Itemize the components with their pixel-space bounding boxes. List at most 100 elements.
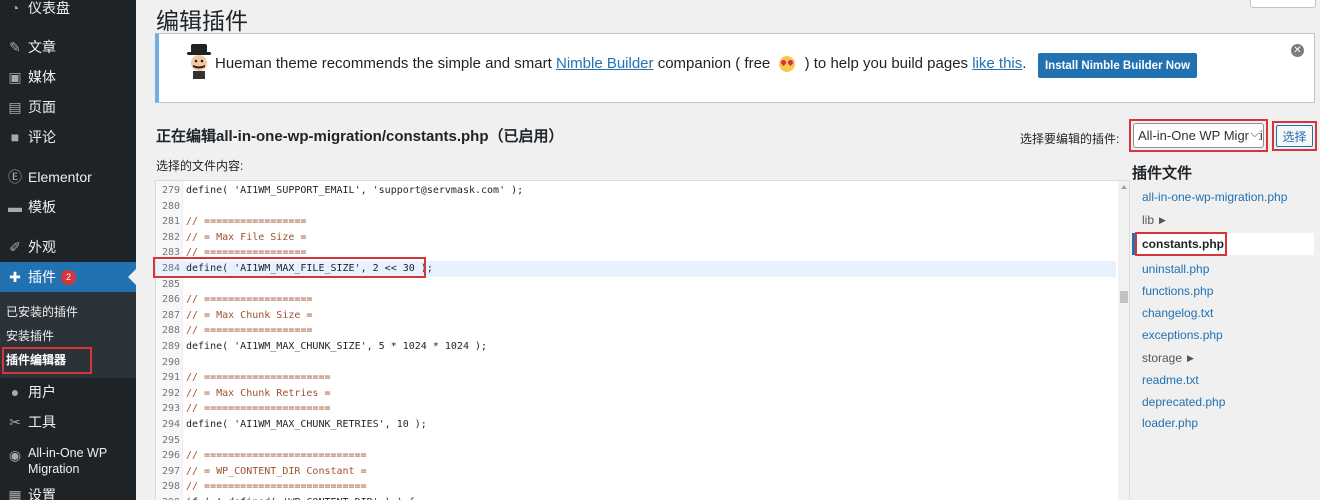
dashboard-icon: ◔ [10,0,20,16]
code-line[interactable]: 286 // ================== [156,292,1116,308]
sidebar-item-10[interactable]: ✂ 工具 [0,407,136,437]
select-button[interactable]: 选择 [1276,125,1313,147]
file-item[interactable]: exceptions.php [1132,324,1314,346]
code-line[interactable]: 280 [156,199,1116,215]
file-item[interactable]: deprecated.php [1132,391,1314,413]
line-number: 288 [161,325,180,337]
code-line[interactable]: 289 define( 'AI1WM_MAX_CHUNK_SIZE', 5 * 1… [156,339,1116,355]
code-line[interactable]: 288 // ================== [156,323,1116,339]
file-item[interactable]: readme.txt [1132,369,1314,391]
plugin-select-value: All-in-One WP Migration [1138,128,1264,143]
like-this-link[interactable]: like this [972,55,1022,72]
line-number: 290 [161,356,180,368]
code-line[interactable]: 292 // = Max Chunk Retries = [156,386,1116,402]
file-name: lib [1142,213,1155,227]
code-text: define( 'AI1WM_SUPPORT_EMAIL', 'support@… [186,185,524,196]
code-line[interactable]: 291 // ===================== [156,370,1116,386]
file-item[interactable]: all-in-one-wp-migration.php [1132,186,1314,208]
code-text: // ================= [186,247,307,259]
code-text: // = WP_CONTENT_DIR Constant = [186,465,367,477]
sidebar-item-4[interactable]: ■ 评论 [0,122,136,152]
line-number: 293 [161,403,180,415]
sidebar-item-1[interactable]: ✎ 文章 [0,32,136,62]
notice-text-companion: companion ( free [653,55,775,72]
heart-eyes-emoji-icon [779,55,796,72]
line-number: 286 [161,294,180,306]
code-line[interactable]: 296 // =========================== [156,448,1116,464]
code-text: // ================== [186,325,313,337]
code-line[interactable]: 295 [156,433,1116,449]
line-number: 279 [161,185,180,196]
sidebar-item-11[interactable]: ◉ All-in-One WP Migration [0,445,136,479]
file-name: changelog.txt [1142,306,1214,320]
code-editor[interactable]: 279 define( 'AI1WM_SUPPORT_EMAIL', 'suppo… [155,180,1130,500]
code-line[interactable]: 299 if ( ! defined( 'WP_CONTENT_DIR' ) ) … [156,495,1116,500]
sidebar-item-label: 仪表盘 [28,0,70,16]
file-item[interactable]: functions.php [1132,280,1314,302]
sidebar-item-label: 模板 [28,199,56,215]
sidebar-item-3[interactable]: ▤ 页面 [0,92,136,122]
code-line[interactable]: 282 // = Max File Size = [156,230,1116,246]
admin-sidebar: ◔ 仪表盘 ✎ 文章 ▣ 媒体 ▤ 页面 ■ 评论 Ⓔ Elementor ▬ 模板 ✐ 外观 ✚ 插件 2 ● 用户 ✂… [0,0,136,500]
file-item[interactable]: loader.php [1132,412,1314,434]
sidebar-item-label: 工具 [28,414,56,430]
sidebar-item-5[interactable]: Ⓔ Elementor [0,162,136,192]
scroll-up-arrow-icon[interactable] [1121,185,1127,189]
file-name: uninstall.php [1142,262,1210,276]
sidebar-item-8[interactable]: ✚ 插件 2 [0,262,136,292]
brush-icon: ✐ [9,238,21,255]
sidebar-item-0[interactable]: ◔ 仪表盘 [0,0,136,23]
sidebar-item-label: 媒体 [28,69,56,85]
file-item[interactable]: constants.php [1132,233,1314,255]
line-number: 295 [161,434,180,446]
code-text: // = Max File Size = [186,231,307,243]
code-text: // ===================== [186,403,331,415]
sidebar-item-2[interactable]: ▣ 媒体 [0,62,136,92]
editing-file-title: 正在编辑all-in-one-wp-migration/constants.ph… [156,128,564,145]
code-text: define( 'AI1WM_MAX_CHUNK_RETRIES', 10 ); [186,419,427,430]
sidebar-item-6[interactable]: ▬ 模板 [0,192,136,222]
code-line[interactable]: 297 // = WP_CONTENT_DIR Constant = [156,464,1116,480]
line-number: 291 [161,372,180,384]
select-plugin-label: 选择要编辑的插件: [1020,132,1120,146]
nimble-builder-link[interactable]: Nimble Builder [556,55,654,72]
line-number: 281 [161,216,180,228]
line-number: 298 [161,481,180,493]
line-number: 285 [161,278,180,290]
code-line[interactable]: 279 define( 'AI1WM_SUPPORT_EMAIL', 'suppo… [156,183,1116,199]
code-line[interactable]: 284 define( 'AI1WM_MAX_FILE_SIZE', 2 << 3… [156,261,1116,277]
code-line[interactable]: 290 [156,355,1116,371]
close-circle-icon[interactable]: ✕ [1291,44,1304,57]
code-line[interactable]: 293 // ===================== [156,401,1116,417]
file-name: readme.txt [1142,373,1199,387]
sidebar-item-7[interactable]: ✐ 外观 [0,232,136,262]
code-line[interactable]: 294 define( 'AI1WM_MAX_CHUNK_RETRIES', 10… [156,417,1116,433]
plugin-select[interactable]: All-in-One WP Migration ⌵ [1133,123,1264,148]
file-name: deprecated.php [1142,395,1226,409]
file-name: storage [1142,351,1183,365]
file-item[interactable]: changelog.txt [1132,302,1314,324]
code-line[interactable]: 283 // ================= [156,245,1116,261]
code-line[interactable]: 287 // = Max Chunk Size = [156,308,1116,324]
screen-options-button[interactable] [1250,0,1316,8]
page-title: 编辑插件 [156,8,248,34]
editor-scrollbar[interactable] [1118,181,1129,500]
notice-text-start: Hueman theme recommends the simple and s… [215,55,556,72]
scrollbar-thumb[interactable] [1120,291,1128,303]
folder-item[interactable]: lib ▶ [1132,209,1314,231]
line-number: 294 [161,419,180,430]
submenu-add-plugin[interactable]: 安装插件 [6,327,54,344]
folder-item[interactable]: storage ▶ [1132,347,1314,369]
submenu-plugin-editor[interactable]: 插件编辑器 [6,351,66,368]
code-text: // = Max Chunk Size = [186,309,313,321]
install-nimble-button[interactable]: Install Nimble Builder Now [1038,53,1197,78]
code-line[interactable]: 298 // =========================== [156,479,1116,495]
code-line[interactable]: 285 [156,277,1116,293]
caret-right-icon: ▶ [1187,352,1194,363]
code-text: // ===================== [186,372,331,384]
code-line[interactable]: 281 // ================= [156,214,1116,230]
file-item[interactable]: uninstall.php [1132,258,1314,280]
sidebar-item-9[interactable]: ● 用户 [0,377,136,407]
sidebar-item-12[interactable]: ▦ 设置 [0,480,136,500]
submenu-installed-plugins[interactable]: 已安装的插件 [6,303,78,320]
